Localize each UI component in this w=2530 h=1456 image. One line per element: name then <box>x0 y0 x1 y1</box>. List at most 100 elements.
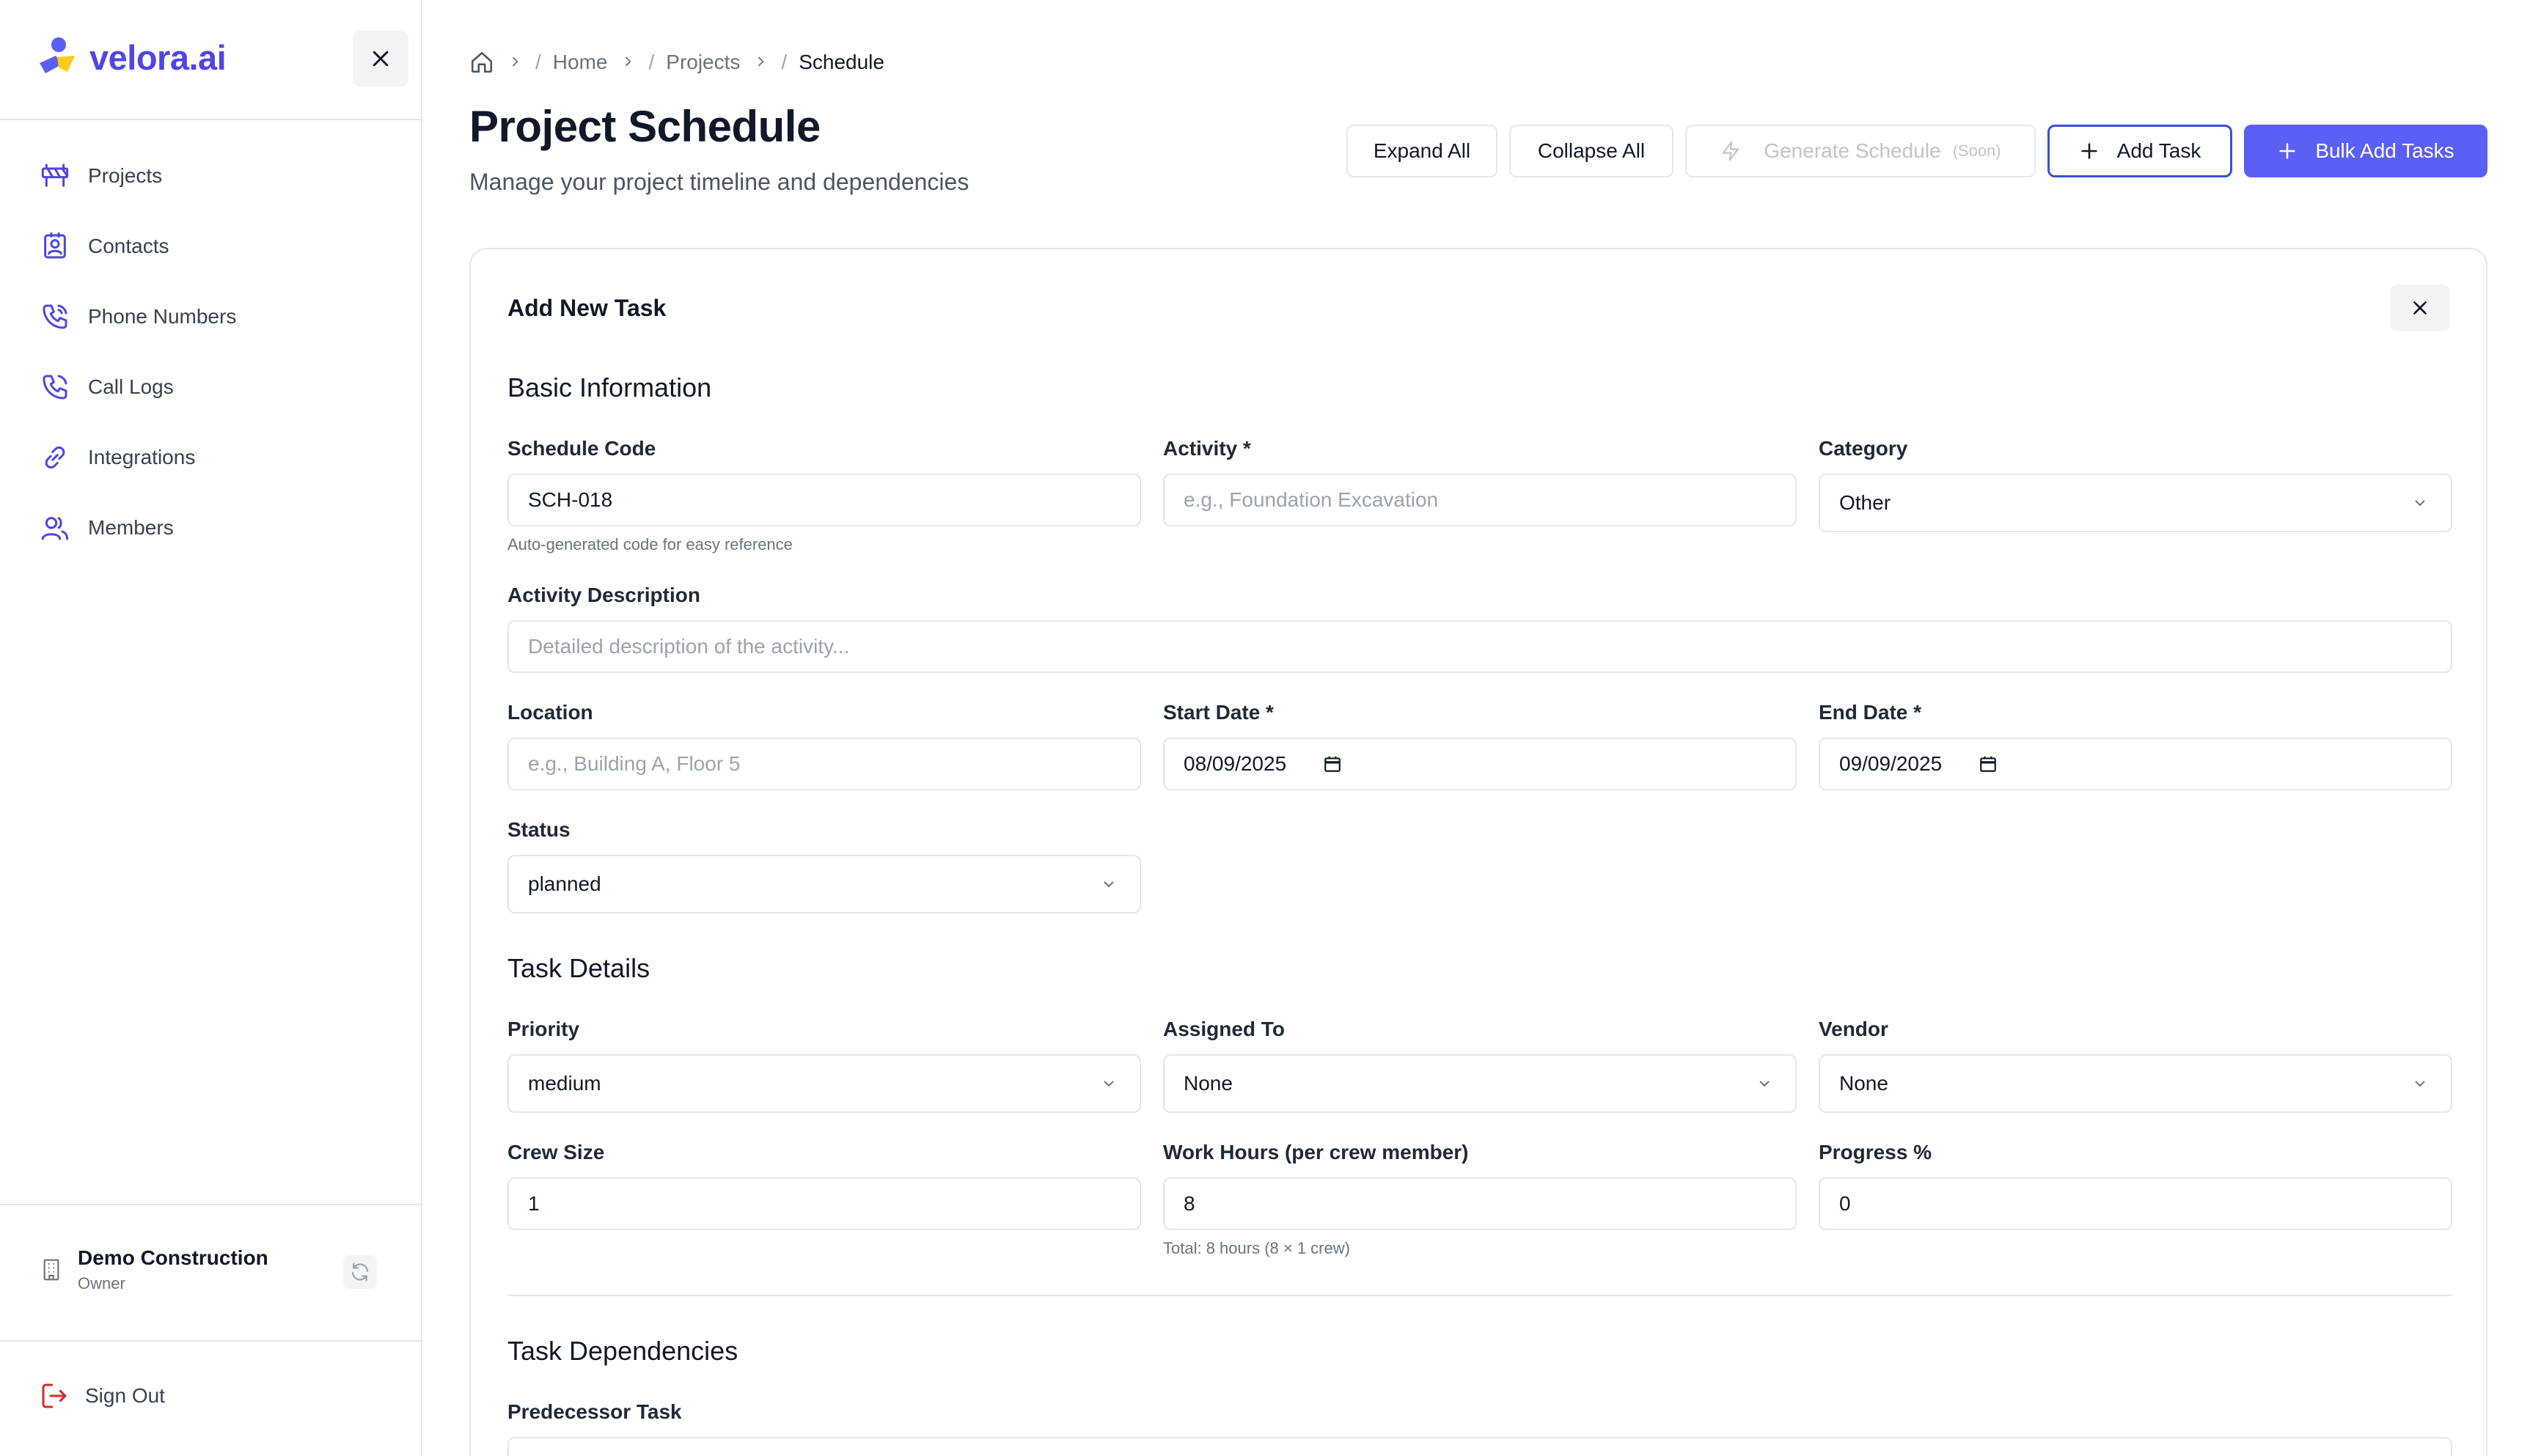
add-task-form: Add New Task Basic Information Schedule … <box>469 248 2487 1456</box>
section-basic-information: Basic Information <box>507 372 712 402</box>
lightning-icon <box>1723 141 1739 161</box>
chevron-right-icon <box>753 51 768 74</box>
crew-size-input[interactable]: 1 <box>507 1177 1141 1230</box>
work-hours-input[interactable]: 8 <box>1163 1177 1797 1230</box>
brand-logo[interactable]: velora.ai <box>37 35 227 79</box>
activity-description-input[interactable]: Detailed description of the activity... <box>507 620 2452 673</box>
breadcrumb-slash: / <box>648 51 655 73</box>
sidebar-item-integrations[interactable]: Integrations <box>0 422 421 493</box>
sidebar-item-projects[interactable]: Projects <box>0 141 421 211</box>
breadcrumb-slash: / <box>781 51 788 73</box>
generate-schedule-button[interactable]: Generate Schedule (Soon) <box>1685 125 2036 177</box>
vendor-select[interactable]: None <box>1819 1054 2452 1113</box>
sidebar: velora.ai Projects Contacts Phone Number… <box>0 0 422 1456</box>
sidebar-divider <box>0 1340 421 1342</box>
close-icon <box>373 51 389 67</box>
home-icon[interactable] <box>469 50 494 75</box>
sidebar-item-label: Integrations <box>88 446 196 468</box>
progress-input[interactable]: 0 <box>1819 1177 2452 1230</box>
construction-icon <box>38 159 72 193</box>
chevron-down-icon <box>1104 881 1114 888</box>
sidebar-item-label: Contacts <box>88 235 169 257</box>
page-title: Project Schedule <box>469 102 821 151</box>
section-divider <box>507 1295 2452 1296</box>
switch-org-button[interactable] <box>343 1255 377 1289</box>
building-icon <box>43 1259 59 1281</box>
work-hours-hint: Total: 8 hours (8 × 1 crew) <box>1163 1239 1350 1257</box>
section-task-details: Task Details <box>507 953 650 983</box>
link-icon <box>38 441 72 474</box>
chevron-right-icon <box>620 51 635 74</box>
sidebar-item-label: Projects <box>88 164 163 187</box>
chevron-down-icon <box>2415 500 2425 507</box>
breadcrumb-projects[interactable]: Projects <box>666 51 740 74</box>
generate-schedule-label: Generate Schedule <box>1764 139 1941 162</box>
crew-size-label: Crew Size <box>507 1141 605 1163</box>
vendor-value: None <box>1839 1072 1888 1095</box>
breadcrumb-current: Schedule <box>799 51 884 73</box>
category-label: Category <box>1819 437 1908 460</box>
schedule-code-label: Schedule Code <box>507 437 656 460</box>
sidebar-item-members[interactable]: Members <box>0 493 421 563</box>
predecessor-task-select[interactable] <box>507 1437 2452 1456</box>
close-form-button[interactable] <box>2391 284 2449 331</box>
sign-out-label: Sign Out <box>85 1384 165 1407</box>
sign-out-button[interactable]: Sign Out <box>40 1381 165 1411</box>
sidebar-close-button[interactable] <box>353 31 408 87</box>
end-date-value: 09/09/2025 <box>1839 752 1943 775</box>
sidebar-item-contacts[interactable]: Contacts <box>0 211 421 282</box>
expand-all-button[interactable]: Expand All <box>1346 125 1497 177</box>
form-title: Add New Task <box>507 295 667 321</box>
sidebar-item-call-logs[interactable]: Call Logs <box>0 352 421 422</box>
start-date-label: Start Date * <box>1163 701 1274 724</box>
org-switcher[interactable]: Demo Construction Owner <box>40 1246 268 1293</box>
sidebar-divider <box>0 119 421 120</box>
vendor-label: Vendor <box>1819 1018 1888 1040</box>
priority-label: Priority <box>507 1018 580 1040</box>
category-select[interactable]: Other <box>1819 474 2452 532</box>
users-icon <box>38 511 72 545</box>
org-role: Owner <box>78 1274 125 1293</box>
bulk-add-tasks-button[interactable]: Bulk Add Tasks <box>2244 125 2487 177</box>
location-input[interactable]: e.g., Building A, Floor 5 <box>507 738 1141 790</box>
refresh-icon <box>351 1262 369 1282</box>
calendar-icon[interactable] <box>1979 754 1998 773</box>
logout-icon <box>42 1383 67 1408</box>
chevron-down-icon <box>1104 1081 1114 1087</box>
add-task-button[interactable]: Add Task <box>2047 125 2232 177</box>
status-label: Status <box>507 818 571 841</box>
bulk-add-tasks-label: Bulk Add Tasks <box>2315 139 2454 162</box>
sidebar-item-label: Call Logs <box>88 375 174 398</box>
sidebar-divider <box>0 1204 421 1205</box>
breadcrumb: / Home / Projects / Schedule <box>469 50 884 75</box>
status-select[interactable]: planned <box>507 855 1141 913</box>
sidebar-item-phone-numbers[interactable]: Phone Numbers <box>0 282 421 352</box>
soon-badge: (Soon) <box>1952 141 2001 160</box>
assigned-to-select[interactable]: None <box>1163 1054 1797 1113</box>
end-date-input[interactable]: 09/09/2025 <box>1819 738 2452 790</box>
add-task-label: Add Task <box>2116 139 2201 162</box>
close-icon <box>2413 301 2427 315</box>
sidebar-item-label: Phone Numbers <box>88 305 237 328</box>
activity-description-label: Activity Description <box>507 584 700 606</box>
contact-card-icon <box>38 229 72 263</box>
end-date-label: End Date * <box>1819 701 1922 724</box>
breadcrumb-slash: / <box>535 51 541 73</box>
breadcrumb-home[interactable]: Home <box>553 51 608 74</box>
activity-input[interactable]: e.g., Foundation Excavation <box>1163 474 1797 526</box>
collapse-all-button[interactable]: Collapse All <box>1509 125 1673 177</box>
status-value: planned <box>528 872 601 895</box>
progress-label: Progress % <box>1819 1141 1932 1163</box>
category-value: Other <box>1839 491 1891 514</box>
logo-icon <box>40 37 75 73</box>
sidebar-item-label: Members <box>88 516 174 539</box>
chevron-right-icon <box>507 51 522 74</box>
predecessor-task-label: Predecessor Task <box>507 1400 682 1423</box>
start-date-value: 08/09/2025 <box>1184 752 1287 775</box>
priority-select[interactable]: medium <box>507 1054 1141 1113</box>
assigned-to-label: Assigned To <box>1163 1018 1285 1040</box>
calendar-icon[interactable] <box>1323 754 1342 773</box>
schedule-code-input[interactable]: SCH-018 <box>507 474 1141 526</box>
section-task-dependencies: Task Dependencies <box>507 1336 738 1366</box>
start-date-input[interactable]: 08/09/2025 <box>1163 738 1797 790</box>
